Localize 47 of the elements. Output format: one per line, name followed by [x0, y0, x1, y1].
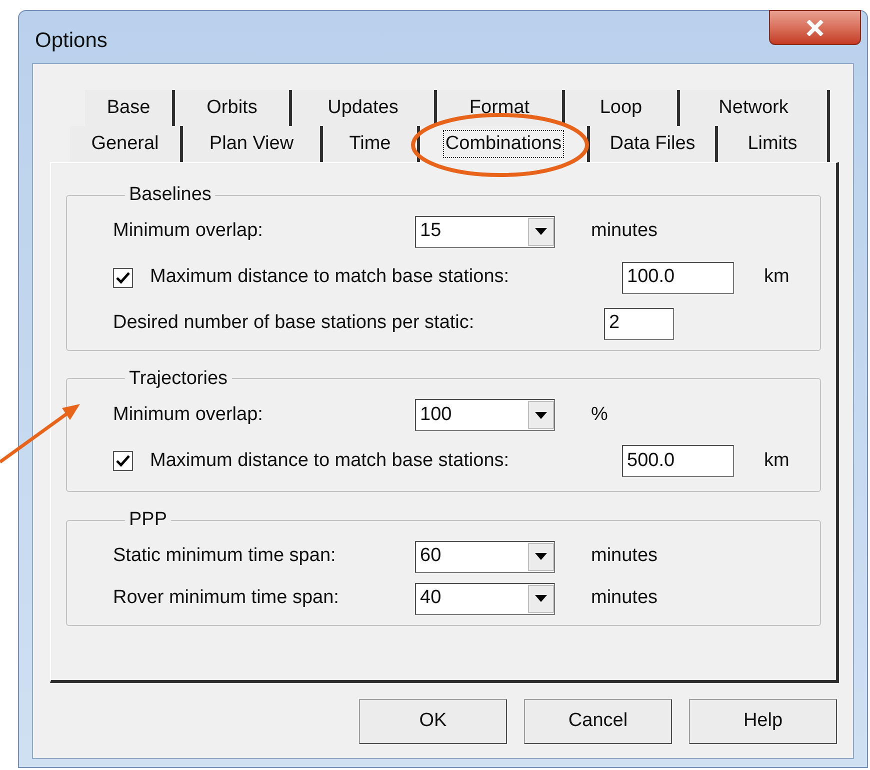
tab[interactable]: Loop: [565, 90, 680, 126]
caret-icon: [535, 595, 547, 602]
tab[interactable]: Updates: [292, 90, 437, 126]
tab[interactable]: Plan View: [183, 126, 323, 162]
unit-label: %: [591, 402, 608, 427]
unit-label: minutes: [591, 544, 658, 568]
caret-icon: [535, 412, 547, 418]
unit-label: minutes: [591, 219, 658, 244]
checkbox-label: Maximum distance to match base stations:: [150, 448, 510, 473]
close-button[interactable]: [769, 10, 861, 45]
unit-label: minutes: [591, 586, 658, 610]
group-title: Baselines: [128, 183, 212, 207]
caret-icon: [535, 228, 547, 235]
field-label: Desired number of base stations per static:: [113, 311, 476, 336]
dialog-button[interactable]: OK: [359, 699, 507, 744]
field-label: Static minimum time span:: [113, 544, 337, 568]
input-field[interactable]: 100.0: [622, 262, 734, 294]
tab[interactable]: Limits: [718, 126, 830, 162]
check-icon: [116, 455, 130, 467]
group-title: Trajectories: [128, 366, 229, 390]
tab[interactable]: Orbits: [175, 90, 292, 126]
close-icon: [806, 20, 824, 36]
field-label: Rover minimum time span:: [113, 586, 340, 610]
tab[interactable]: Base: [85, 90, 175, 126]
checkbox-label: Maximum distance to match base stations:: [150, 265, 510, 290]
tab[interactable]: General: [70, 126, 183, 162]
tab[interactable]: Time: [323, 126, 420, 162]
checkbox[interactable]: [113, 451, 133, 471]
dialog-button[interactable]: Cancel: [524, 699, 672, 744]
tab[interactable]: Network: [680, 90, 830, 126]
dropdown[interactable]: 15: [415, 216, 555, 248]
dialog-button[interactable]: Help: [689, 699, 837, 744]
window-title: Options: [35, 28, 108, 54]
input-field[interactable]: 2: [604, 308, 674, 340]
dropdown[interactable]: 100: [415, 399, 555, 431]
tab[interactable]: Data Files: [590, 126, 718, 162]
input-field[interactable]: 500.0: [622, 445, 734, 477]
unit-label: km: [764, 448, 790, 473]
check-icon: [116, 272, 130, 284]
field-label: Minimum overlap:: [113, 402, 264, 427]
unit-label: km: [764, 265, 790, 290]
field-label: Minimum overlap:: [113, 219, 264, 244]
checkbox[interactable]: [113, 268, 133, 288]
dropdown[interactable]: 40: [415, 582, 555, 614]
caret-icon: [535, 553, 547, 560]
group-title: PPP: [128, 508, 168, 532]
dropdown[interactable]: 60: [415, 540, 555, 572]
